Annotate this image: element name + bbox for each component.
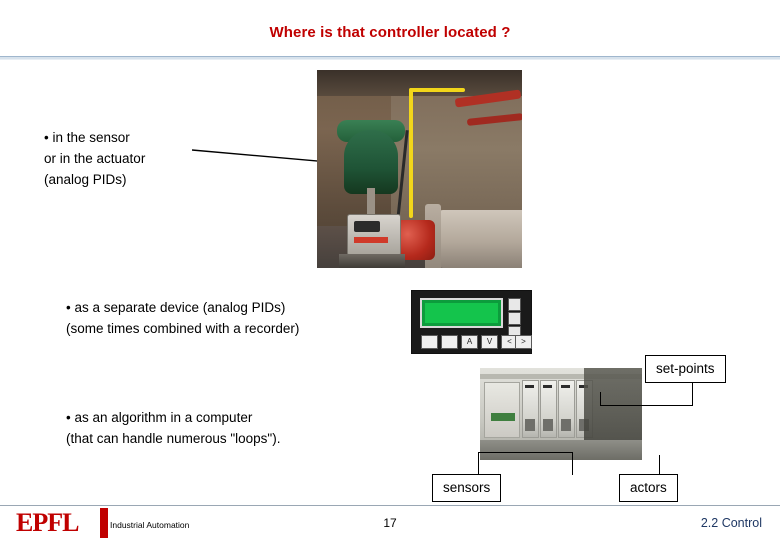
leader-actors-vertical [659, 455, 660, 475]
leader-sensors-horizontal [478, 452, 573, 453]
bullet-separate-device: • as a separate device (analog PIDs) (so… [66, 300, 300, 336]
bullet-sensor-actuator: • in the sensor or in the actuator (anal… [44, 130, 146, 187]
panel-key-2 [441, 335, 458, 349]
plc-computer-photo [480, 368, 642, 460]
bullet-algorithm-computer: • as an algorithm in a computer (that ca… [66, 410, 281, 446]
panel-indicator-1 [508, 298, 521, 311]
footer-page-number: 17 [383, 516, 397, 530]
valve-actuator-photo [317, 70, 522, 268]
leader-sensors-drop [478, 452, 479, 475]
panel-lcd-display [420, 298, 503, 328]
callout-sensors: sensors [432, 474, 502, 502]
panel-key-6: > [515, 335, 532, 349]
callout-actors: actors [619, 474, 678, 502]
page-title: Where is that controller located ? [269, 24, 511, 41]
footer-section: 2.2 Control [700, 516, 762, 530]
panel-key-3: A [461, 335, 478, 349]
slide: Where is that controller located ? • in … [0, 0, 780, 540]
leader-setpoints-horizontal [600, 405, 693, 406]
leader-sensors-vertical [572, 452, 573, 475]
panel-indicator-2 [508, 312, 521, 325]
callout-set-points: set-points [645, 355, 726, 383]
panel-key-4: V [481, 335, 498, 349]
panel-controller-photo: A V < > [411, 290, 532, 354]
panel-key-1 [421, 335, 438, 349]
leader-setpoints-drop [600, 392, 601, 406]
title-divider [0, 56, 780, 60]
leader-setpoints-vertical [692, 380, 693, 406]
footer-divider [0, 505, 780, 506]
